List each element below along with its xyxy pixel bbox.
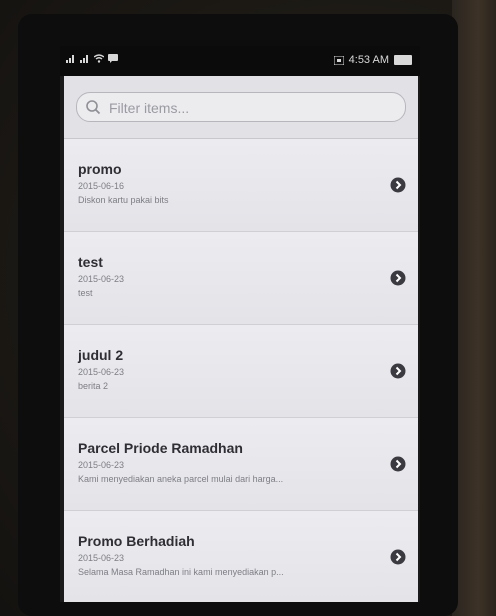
list-item[interactable]: Parcel Priode Ramadhan 2015-06-23 Kami m… bbox=[64, 418, 418, 511]
chevron-right-circle-icon[interactable] bbox=[390, 363, 406, 379]
signal-icon bbox=[66, 55, 74, 63]
status-time: 4:53 AM bbox=[348, 54, 389, 66]
table-edge bbox=[452, 0, 496, 616]
data-icon bbox=[333, 55, 344, 65]
item-date: 2015-06-23 bbox=[78, 553, 125, 563]
app-view: promo 2015-06-16 Diskon kartu pakai bits… bbox=[64, 76, 418, 602]
item-description: Selama Masa Ramadhan ini kami menyediaka… bbox=[78, 567, 284, 577]
item-date: 2015-06-16 bbox=[78, 181, 125, 191]
chevron-right-circle-icon[interactable] bbox=[390, 270, 406, 286]
item-title: test bbox=[78, 254, 103, 270]
chevron-right-circle-icon[interactable] bbox=[390, 549, 406, 565]
signal-icon-2 bbox=[80, 55, 88, 63]
item-title: promo bbox=[78, 161, 122, 177]
item-description: test bbox=[78, 288, 93, 298]
item-title: Parcel Priode Ramadhan bbox=[78, 440, 243, 456]
list-item[interactable]: Promo Berhadiah 2015-06-23 Selama Masa R… bbox=[64, 511, 418, 602]
item-title: judul 2 bbox=[78, 347, 124, 363]
search-icon bbox=[86, 100, 101, 115]
message-icon bbox=[108, 54, 118, 63]
item-description: Diskon kartu pakai bits bbox=[78, 195, 169, 205]
status-icons-right: 4:53 AM bbox=[333, 54, 412, 66]
wifi-icon bbox=[94, 54, 104, 63]
item-title: Promo Berhadiah bbox=[78, 533, 195, 549]
filter-input[interactable] bbox=[107, 97, 401, 119]
battery-icon bbox=[394, 55, 412, 65]
phone-screen: 4:53 AM promo 2015-06-16 Diskon kartu pa… bbox=[60, 46, 420, 602]
item-list: promo 2015-06-16 Diskon kartu pakai bits… bbox=[64, 139, 418, 602]
item-description: berita 2 bbox=[78, 381, 109, 391]
status-icons-left bbox=[66, 54, 118, 63]
item-date: 2015-06-23 bbox=[78, 367, 125, 377]
search-bar bbox=[64, 76, 418, 139]
list-item[interactable]: promo 2015-06-16 Diskon kartu pakai bits bbox=[64, 139, 418, 232]
search-box[interactable] bbox=[76, 92, 406, 122]
item-date: 2015-06-23 bbox=[78, 274, 125, 284]
chevron-right-circle-icon[interactable] bbox=[390, 177, 406, 193]
list-item[interactable]: judul 2 2015-06-23 berita 2 bbox=[64, 325, 418, 418]
item-date: 2015-06-23 bbox=[78, 460, 125, 470]
item-description: Kami menyediakan aneka parcel mulai dari… bbox=[78, 474, 284, 484]
chevron-right-circle-icon[interactable] bbox=[390, 456, 406, 472]
status-bar: 4:53 AM bbox=[60, 46, 420, 76]
list-item[interactable]: test 2015-06-23 test bbox=[64, 232, 418, 325]
